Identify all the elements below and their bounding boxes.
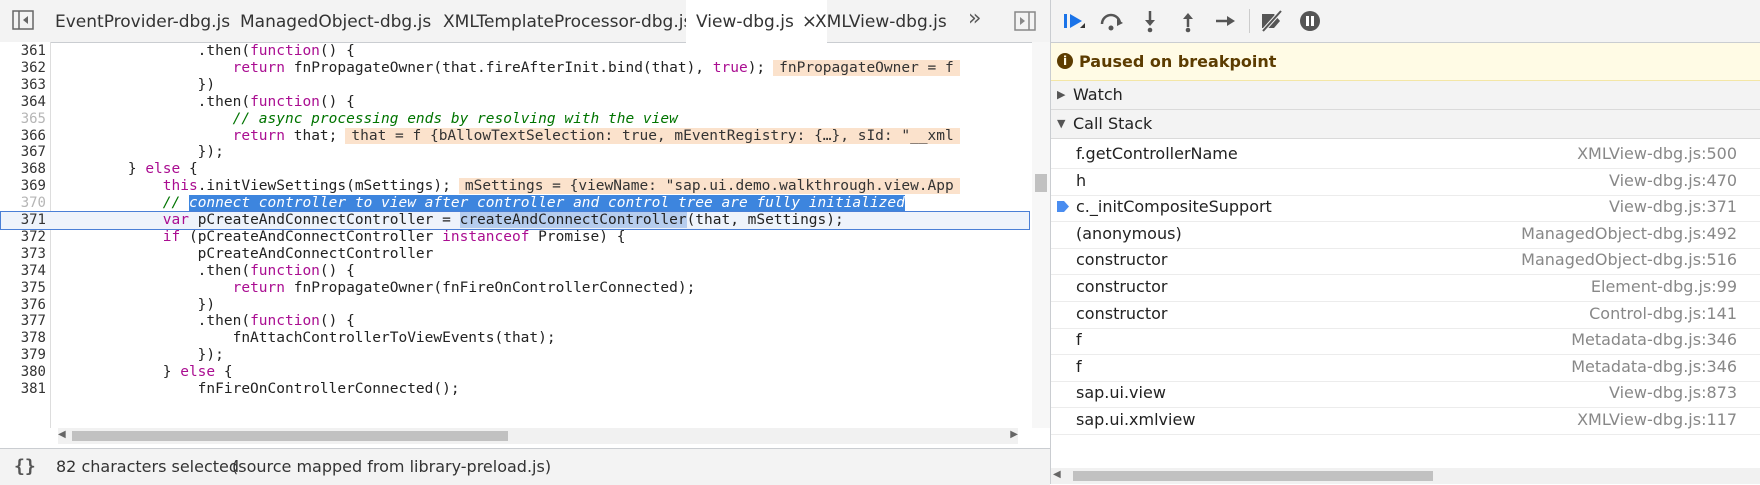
frame-function-name: c._initCompositeSupport: [1076, 197, 1272, 217]
watch-section-header[interactable]: ▶ Watch: [1051, 81, 1760, 110]
scroll-thumb[interactable]: [72, 431, 508, 441]
frame-function-name: f.getControllerName: [1076, 144, 1238, 163]
frame-function-name: constructor: [1076, 250, 1168, 270]
call-frame[interactable]: sap.ui.view View-dbg.js:873: [1051, 378, 1760, 409]
editor-tab-bar: EventProvider-dbg.js ManagedObject-dbg.j…: [0, 0, 1050, 44]
frame-function-name: constructor: [1076, 277, 1168, 296]
paused-message: Paused on breakpoint: [1079, 52, 1277, 71]
frame-location: View-dbg.js:371: [1608, 197, 1737, 217]
scroll-left-icon[interactable]: ◀: [1053, 469, 1061, 480]
callstack-section-header[interactable]: ▼ Call Stack: [1051, 110, 1760, 139]
tab-xmltemplateprocessor[interactable]: XMLTemplateProcessor-dbg.js: [443, 0, 692, 42]
watch-label: Watch: [1073, 85, 1123, 104]
call-frame[interactable]: c._initCompositeSupport View-dbg.js:371: [1051, 192, 1760, 223]
frame-location: Metadata-dbg.js:346: [1571, 330, 1737, 350]
line-number[interactable]: 381: [0, 380, 46, 399]
source-panel: EventProvider-dbg.js ManagedObject-dbg.j…: [0, 0, 1051, 485]
vertical-scrollbar[interactable]: [1032, 42, 1050, 428]
frame-location: ManagedObject-dbg.js:492: [1521, 223, 1737, 243]
toggle-navigator-icon[interactable]: [12, 10, 34, 30]
inline-value: that = f {bAllowTextSelection: true, mEv…: [345, 127, 960, 144]
inline-value: mSettings = {viewName: "sap.ui.demo.walk…: [458, 178, 960, 195]
status-bar: {} 82 characters selected (source mapped…: [0, 448, 1050, 485]
call-frame[interactable]: sap.ui.xmlview XMLView-dbg.js:117: [1051, 405, 1760, 435]
tab-label: XMLTemplateProcessor-dbg.js: [443, 12, 693, 32]
call-frame[interactable]: (anonymous) ManagedObject-dbg.js:492: [1051, 219, 1760, 249]
call-frame[interactable]: f Metadata-dbg.js:346: [1051, 325, 1760, 356]
frame-function-name: (anonymous): [1076, 223, 1182, 243]
tab-eventprovider[interactable]: EventProvider-dbg.js: [55, 0, 230, 42]
debugger-toolbar: [1051, 0, 1760, 43]
frame-function-name: sap.ui.xmlview: [1076, 410, 1196, 429]
frame-location: View-dbg.js:873: [1608, 383, 1737, 403]
current-frame-arrow-icon: [1057, 201, 1069, 213]
scroll-thumb[interactable]: [1035, 174, 1047, 192]
pretty-print-icon[interactable]: {}: [14, 449, 36, 485]
tab-view[interactable]: View-dbg.js ×: [686, 0, 827, 44]
scroll-right-icon[interactable]: ▶: [1010, 429, 1018, 440]
callstack-label: Call Stack: [1073, 114, 1153, 133]
frame-location: Control-dbg.js:141: [1589, 303, 1737, 323]
step-into-icon[interactable]: [1137, 9, 1163, 33]
debugger-sidebar: i Paused on breakpoint ▶ Watch ▼ Call St…: [1051, 0, 1760, 484]
toolbar-divider: [1249, 9, 1250, 33]
code-line[interactable]: 381 fnFireOnControllerConnected();: [0, 380, 1030, 399]
call-frame[interactable]: f Metadata-dbg.js:346: [1051, 352, 1760, 382]
frame-location: Metadata-dbg.js:346: [1571, 356, 1737, 376]
toggle-debugger-icon[interactable]: [1014, 11, 1036, 31]
frame-function-name: h: [1076, 170, 1087, 190]
deactivate-breakpoints-icon[interactable]: [1259, 9, 1285, 33]
horizontal-scrollbar[interactable]: ◀ ▶: [58, 428, 1018, 444]
pause-on-exceptions-icon[interactable]: [1297, 9, 1323, 33]
frame-location: Element-dbg.js:99: [1590, 277, 1737, 296]
info-icon: i: [1057, 53, 1073, 69]
frame-function-name: constructor: [1076, 303, 1168, 323]
more-tabs-icon[interactable]: »: [968, 6, 981, 31]
tab-xmlview[interactable]: XMLView-dbg.js: [815, 0, 947, 42]
tab-label: View-dbg.js: [696, 12, 794, 32]
step-icon[interactable]: [1213, 9, 1239, 33]
source-map-info: (source mapped from library-preload.js): [232, 457, 552, 476]
code-text: fnFireOnControllerConnected();: [58, 381, 460, 397]
inline-value: fnPropagateOwner = f: [773, 59, 960, 76]
tab-managedobject[interactable]: ManagedObject-dbg.js: [240, 0, 431, 42]
horizontal-scrollbar[interactable]: ◀: [1051, 468, 1760, 484]
frame-location: ManagedObject-dbg.js:516: [1521, 250, 1737, 270]
code-editor[interactable]: 361 .then(function() {362 return fnPropa…: [0, 42, 1030, 428]
frame-location: XMLView-dbg.js:500: [1577, 144, 1737, 163]
tab-label: XMLView-dbg.js: [815, 12, 947, 32]
frame-function-name: sap.ui.view: [1076, 383, 1166, 403]
call-frame[interactable]: h View-dbg.js:470: [1051, 166, 1760, 196]
call-frame[interactable]: constructor ManagedObject-dbg.js:516: [1051, 245, 1760, 276]
resume-icon[interactable]: [1061, 9, 1087, 33]
scroll-thumb[interactable]: [1073, 471, 1433, 481]
collapse-arrow-icon: ▼: [1057, 117, 1066, 130]
call-frame[interactable]: constructor Element-dbg.js:99: [1051, 272, 1760, 302]
paused-banner: i Paused on breakpoint: [1051, 43, 1760, 81]
expand-arrow-icon: ▶: [1057, 88, 1066, 101]
scroll-left-icon[interactable]: ◀: [58, 429, 66, 440]
tab-label: EventProvider-dbg.js: [55, 12, 231, 32]
frame-location: XMLView-dbg.js:117: [1577, 410, 1737, 429]
frame-function-name: f: [1076, 356, 1082, 376]
frame-function-name: f: [1076, 330, 1082, 350]
tab-label: ManagedObject-dbg.js: [240, 12, 432, 32]
step-over-icon[interactable]: [1098, 9, 1124, 33]
step-out-icon[interactable]: [1175, 9, 1201, 33]
selection-count: 82 characters selected: [56, 457, 240, 476]
call-frame[interactable]: f.getControllerName XMLView-dbg.js:500: [1051, 139, 1760, 169]
call-frame[interactable]: constructor Control-dbg.js:141: [1051, 299, 1760, 329]
frame-location: View-dbg.js:470: [1608, 170, 1737, 190]
